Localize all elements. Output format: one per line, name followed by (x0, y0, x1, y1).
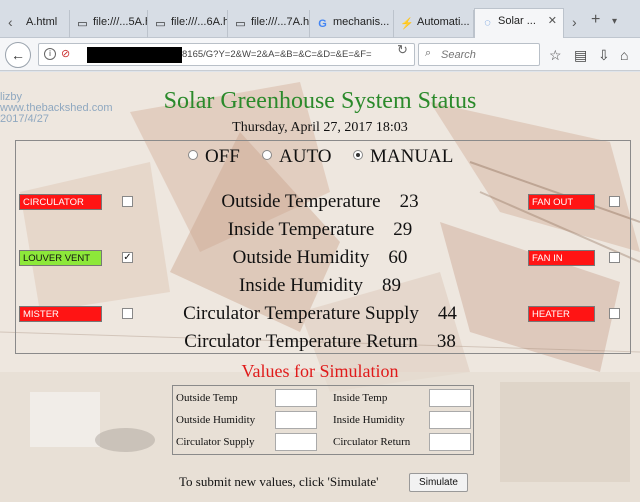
mode-off-radio[interactable] (188, 150, 198, 160)
reading-value: 89 (382, 275, 402, 296)
page-content: lizby www.thebackshed.com 2017/4/27 Sola… (0, 72, 640, 502)
mode-auto-option[interactable]: AUTO (262, 146, 331, 168)
mode-manual-option[interactable]: MANUAL (353, 146, 453, 168)
search-input[interactable] (441, 48, 537, 62)
reading-label: Circulator Temperature Supply (183, 303, 419, 324)
sim-label-inside-temp: Inside Temp (333, 392, 388, 404)
reading-label: Inside Humidity (238, 275, 364, 296)
simulation-form: Outside Temp Inside Temp Outside Humidit… (172, 385, 474, 455)
tabs-scroll-left-icon[interactable]: ‹ (8, 14, 13, 30)
document-icon: ▭ (235, 18, 246, 30)
sim-inside-humidity-input[interactable] (429, 411, 471, 429)
reading-value: 29 (393, 219, 413, 240)
automation-icon: ⚡ (400, 18, 414, 30)
tab-3[interactable]: ▭ file:///...7A.html (228, 10, 310, 38)
device-heater-checkbox[interactable] (609, 308, 620, 319)
device-fan-out-indicator: FAN OUT (528, 194, 595, 210)
back-button[interactable]: ← (5, 42, 31, 68)
search-box[interactable]: ⌕ (418, 43, 540, 66)
device-mister-indicator: MISTER (19, 306, 102, 322)
sim-label-circulator-supply: Circulator Supply (176, 436, 255, 448)
tab-label: file:///...7A.html (251, 16, 310, 28)
tab-0[interactable]: A.html (20, 10, 70, 38)
url-text: 8165/G?Y=2&W=2&A=&B=&C=&D=&E=&F= (182, 49, 372, 60)
date-time: Thursday, April 27, 2017 18:03 (232, 120, 408, 135)
close-tab-icon[interactable]: ✕ (548, 14, 557, 27)
document-icon: ▭ (155, 18, 166, 30)
search-icon: ⌕ (425, 47, 432, 59)
mode-label: AUTO (279, 146, 332, 167)
device-circulator-checkbox[interactable] (122, 196, 133, 207)
sim-label-outside-humidity: Outside Humidity (176, 414, 256, 426)
tab-label: A.html (26, 16, 58, 28)
google-icon: G (318, 18, 327, 30)
mode-manual-radio[interactable] (353, 150, 363, 160)
new-tab-icon[interactable]: + (591, 11, 600, 29)
mode-auto-radio[interactable] (262, 150, 272, 160)
insecure-lock-icon[interactable]: ⊘ (61, 47, 70, 60)
tab-label: mechanis... (333, 16, 390, 28)
mode-label: OFF (205, 146, 240, 167)
tab-label: file:///...6A.html (171, 16, 227, 28)
sim-label-circulator-return: Circulator Return (333, 436, 411, 448)
device-louver-vent-indicator: LOUVER VENT (19, 250, 102, 266)
reading-value: 60 (388, 247, 408, 268)
sim-label-outside-temp: Outside Temp (176, 392, 238, 404)
reading-list-icon[interactable]: ▤ (574, 47, 587, 64)
reading-label: Outside Temperature (221, 191, 381, 212)
reading-value: 23 (399, 191, 419, 212)
sim-inside-temp-input[interactable] (429, 389, 471, 407)
home-icon[interactable]: ⌂ (620, 47, 628, 63)
tabs-scroll-right-icon[interactable]: › (572, 14, 577, 30)
tab-label: Solar ... (498, 15, 536, 27)
reading-row: Inside Humidity 89 (0, 275, 640, 297)
sim-circulator-return-input[interactable] (429, 433, 471, 451)
bookmark-star-icon[interactable]: ☆ (549, 47, 562, 64)
reading-value: 38 (436, 331, 456, 352)
device-fan-in-indicator: FAN IN (528, 250, 595, 266)
loading-icon: ◌ (484, 17, 491, 29)
tab-strip: ‹ A.html ▭ file:///...5A.html ▭ file:///..… (0, 0, 640, 39)
page-title: Solar Greenhouse System Status (163, 88, 477, 114)
back-arrow-icon: ← (11, 47, 25, 63)
reading-row: Circulator Temperature Return 38 (0, 331, 640, 353)
sim-label-inside-humidity: Inside Humidity (333, 414, 405, 426)
reading-label: Circulator Temperature Return (184, 331, 418, 352)
browser-window: ‹ A.html ▭ file:///...5A.html ▭ file:///..… (0, 0, 640, 502)
info-icon[interactable]: i (44, 48, 56, 60)
device-louver-vent-checkbox[interactable]: ✓ (122, 252, 133, 263)
tab-label: file:///...5A.html (93, 16, 147, 28)
navigation-bar: ← i ⊘ 8165/G?Y=2&W=2&A=&B=&C=&D=&E=&F= ↻… (0, 38, 640, 71)
reading-row: Inside Temperature 29 (0, 219, 640, 241)
reading-label: Outside Humidity (232, 247, 370, 268)
sim-outside-temp-input[interactable] (275, 389, 317, 407)
device-circulator-indicator: CIRCULATOR (19, 194, 102, 210)
tab-2[interactable]: ▭ file:///...6A.html (148, 10, 228, 38)
mode-label: MANUAL (370, 146, 454, 167)
device-fan-in-checkbox[interactable] (609, 252, 620, 263)
tab-list-icon[interactable]: ▾ (612, 16, 617, 27)
sim-circulator-supply-input[interactable] (275, 433, 317, 451)
tab-4[interactable]: Gmechanis... (310, 10, 394, 38)
redacted-host (87, 47, 182, 63)
tab-label: Automati... (417, 16, 470, 28)
device-heater-indicator: HEATER (528, 306, 595, 322)
sim-outside-humidity-input[interactable] (275, 411, 317, 429)
mode-off-option[interactable]: OFF (188, 146, 240, 168)
device-mister-checkbox[interactable] (122, 308, 133, 319)
simulation-heading: Values for Simulation (241, 361, 399, 381)
reading-label: Inside Temperature (227, 219, 375, 240)
reading-value: 44 (437, 303, 457, 324)
url-bar[interactable]: i ⊘ 8165/G?Y=2&W=2&A=&B=&C=&D=&E=&F= (38, 43, 415, 66)
tab-1[interactable]: ▭ file:///...5A.html (70, 10, 148, 38)
document-icon: ▭ (77, 18, 88, 30)
tab-5[interactable]: ⚡ Automati... (394, 10, 474, 38)
submit-instructions: To submit new values, click 'Simulate' (179, 474, 379, 489)
tab-6-active[interactable]: ◌ Solar ... ✕ (474, 8, 564, 39)
reload-icon[interactable]: ↻ (397, 42, 408, 58)
download-icon[interactable]: ⇩ (598, 47, 610, 64)
simulate-button[interactable]: Simulate (409, 473, 468, 492)
device-fan-out-checkbox[interactable] (609, 196, 620, 207)
